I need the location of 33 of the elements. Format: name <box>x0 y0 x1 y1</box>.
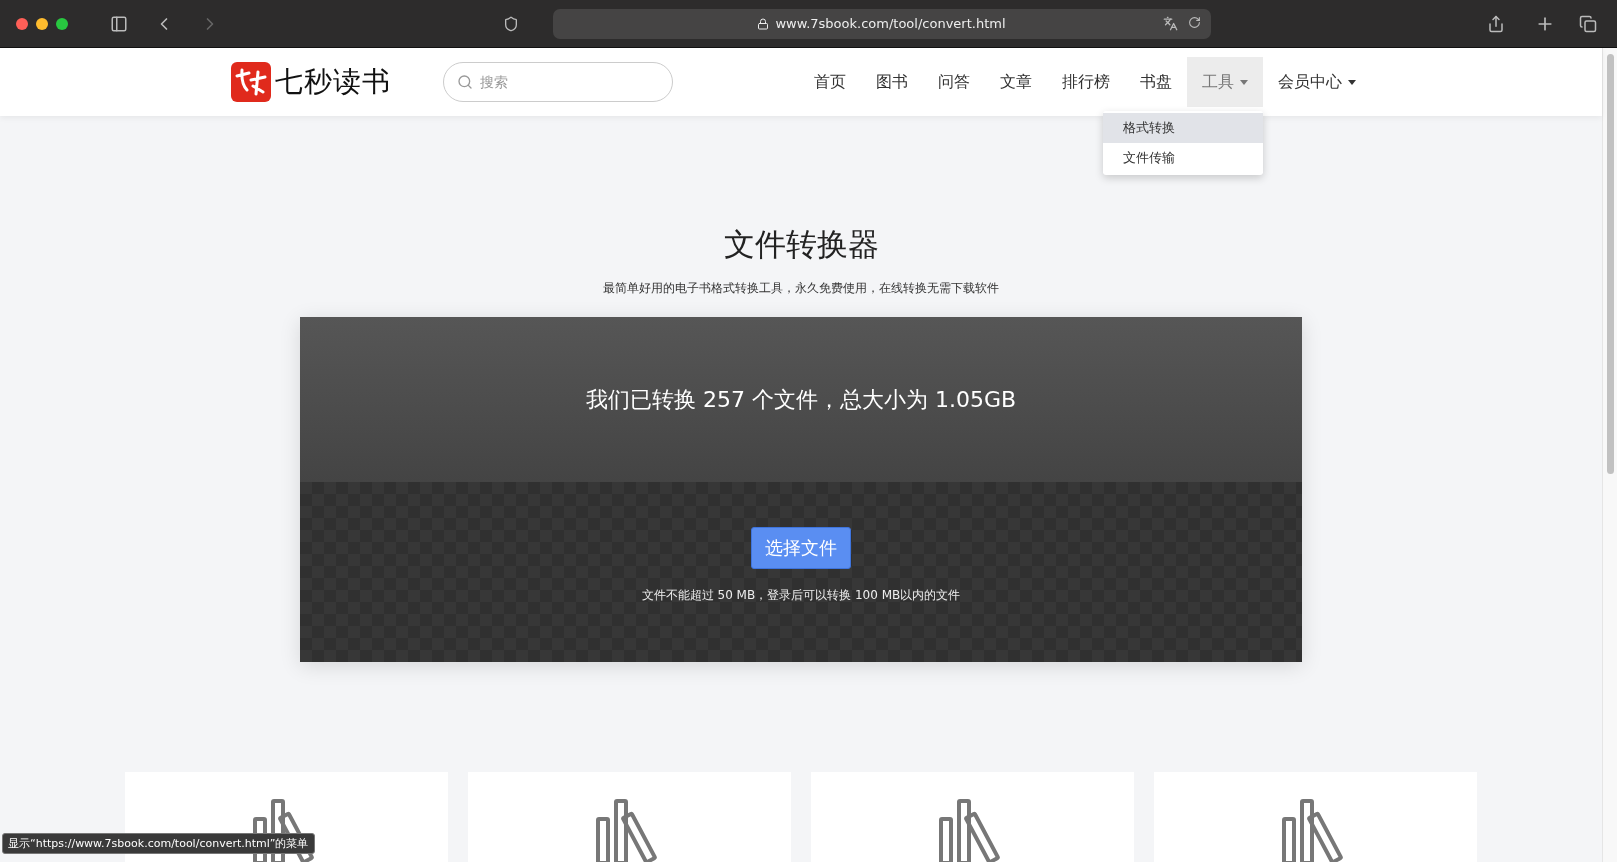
logo-icon <box>231 62 271 102</box>
scrollbar[interactable] <box>1602 48 1617 862</box>
url-text: www.7sbook.com/tool/convert.html <box>775 16 1006 31</box>
menu-item[interactable]: 格式转换 <box>1103 113 1263 143</box>
nav-item[interactable]: 问答 <box>923 57 985 107</box>
share-icon[interactable] <box>1487 14 1505 33</box>
close-icon[interactable] <box>16 17 28 30</box>
lock-icon <box>757 17 770 30</box>
nav-item[interactable]: 工具 <box>1187 57 1263 107</box>
nav-item[interactable]: 书盘 <box>1125 57 1187 107</box>
nav-item[interactable]: 排行榜 <box>1047 57 1125 107</box>
nav-item[interactable]: 首页 <box>799 57 861 107</box>
tabs-icon[interactable] <box>1579 14 1597 33</box>
nav-item[interactable]: 会员中心 <box>1263 57 1371 107</box>
reload-icon[interactable] <box>1187 15 1201 29</box>
stats-text: 我们已转换 257 个文件，总大小为 1.05GB <box>585 385 1017 414</box>
translate-icon[interactable] <box>1162 15 1178 31</box>
size-limit-note: 文件不能超过 50 MB，登录后可以转换 100 MB以内的文件 <box>641 587 961 604</box>
status-text: 显示“https://www.7sbook.com/tool/convert.html”的菜单 <box>2 833 315 854</box>
nav-item[interactable]: 文章 <box>985 57 1047 107</box>
minimize-icon[interactable] <box>36 17 48 30</box>
menu-item[interactable]: 文件传输 <box>1103 143 1263 173</box>
search-field[interactable]: 搜索 <box>443 62 673 102</box>
zoom-icon[interactable] <box>56 17 68 30</box>
address-bar[interactable]: www.7sbook.com/tool/convert.html <box>552 8 1211 39</box>
logo-text[interactable]: 七秒读书 <box>275 63 391 101</box>
search-icon <box>457 74 473 90</box>
page-title: 文件转换器 <box>723 225 879 264</box>
nav-item[interactable]: 图书 <box>861 57 923 107</box>
sidebar-icon[interactable] <box>110 14 128 33</box>
shield-icon[interactable] <box>502 15 519 32</box>
page-subtitle: 最简单好用的电子书格式转换工具，永久免费使用，在线转换无需下载软件 <box>603 280 999 297</box>
scrollbar-thumb[interactable] <box>1606 54 1614 474</box>
